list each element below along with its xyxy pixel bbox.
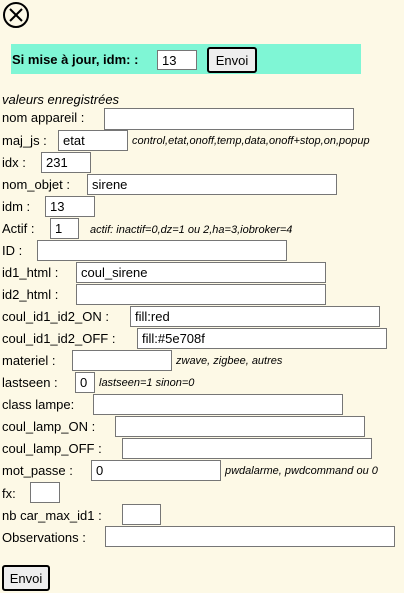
idx-input[interactable]: [41, 152, 91, 173]
nb-car-max-label: nb car_max_id1 :: [2, 508, 102, 523]
mot-passe-label: mot_passe :: [2, 463, 73, 478]
update-label: Si mise à jour, idm: :: [12, 52, 139, 67]
nom-appareil-label: nom appareil :: [2, 110, 85, 125]
id-label: ID :: [2, 243, 23, 258]
materiel-label: materiel :: [2, 353, 56, 368]
idx-label: idx :: [2, 155, 26, 170]
nb-car-max-input[interactable]: [122, 504, 161, 525]
nom-appareil-input[interactable]: [104, 108, 354, 130]
submit-button[interactable]: Envoi: [2, 565, 50, 591]
coul-lamp-on-label: coul_lamp_ON :: [2, 419, 96, 434]
id1-html-input[interactable]: [76, 262, 326, 283]
observations-input[interactable]: [105, 526, 395, 547]
observations-label: Observations :: [2, 530, 86, 545]
id1-html-label: id1_html :: [2, 265, 59, 280]
nom-objet-label: nom_objet :: [2, 177, 70, 192]
id-input[interactable]: [37, 240, 287, 261]
update-idm-input[interactable]: [157, 50, 197, 70]
actif-input[interactable]: [50, 218, 79, 239]
materiel-hint: zwave, zigbee, autres: [176, 355, 283, 367]
mot-passe-hint: pwdalarme, pwdcommand ou 0: [225, 465, 378, 477]
lastseen-input[interactable]: [75, 372, 95, 393]
class-lampe-label: class lampe:: [2, 397, 75, 412]
coul-off-input[interactable]: [137, 328, 387, 349]
lastseen-label: lastseen :: [2, 375, 58, 390]
fx-label: fx:: [2, 486, 16, 501]
close-icon: [9, 8, 23, 22]
maj-js-input[interactable]: [58, 130, 128, 151]
coul-lamp-off-input[interactable]: [122, 438, 372, 459]
id2-html-label: id2_html :: [2, 287, 59, 302]
close-button[interactable]: [3, 2, 29, 28]
coul-off-label: coul_id1_id2_OFF :: [2, 331, 116, 346]
fx-input[interactable]: [30, 482, 60, 503]
lastseen-hint: lastseen=1 sinon=0: [99, 377, 195, 389]
coul-lamp-on-input[interactable]: [115, 416, 365, 437]
idm-label: idm :: [2, 199, 31, 214]
id2-html-input[interactable]: [76, 284, 326, 305]
idm-input[interactable]: [45, 196, 95, 217]
update-send-button[interactable]: Envoi: [207, 47, 257, 73]
mot-passe-input[interactable]: [91, 460, 221, 481]
actif-label: Actif :: [2, 221, 35, 236]
materiel-input[interactable]: [72, 350, 172, 371]
maj-js-label: maj_js :: [2, 133, 47, 148]
actif-hint: actif: inactif=0,dz=1 ou 2,ha=3,iobroker…: [90, 224, 293, 236]
coul-on-input[interactable]: [130, 306, 380, 327]
nom-objet-input[interactable]: [87, 174, 337, 195]
maj-js-hint: control,etat,onoff,temp,data,onoff+stop,…: [132, 135, 370, 147]
section-title: valeurs enregistrées: [2, 92, 120, 107]
class-lampe-input[interactable]: [93, 394, 343, 415]
coul-lamp-off-label: coul_lamp_OFF :: [2, 441, 102, 456]
coul-on-label: coul_id1_id2_ON :: [2, 309, 109, 324]
